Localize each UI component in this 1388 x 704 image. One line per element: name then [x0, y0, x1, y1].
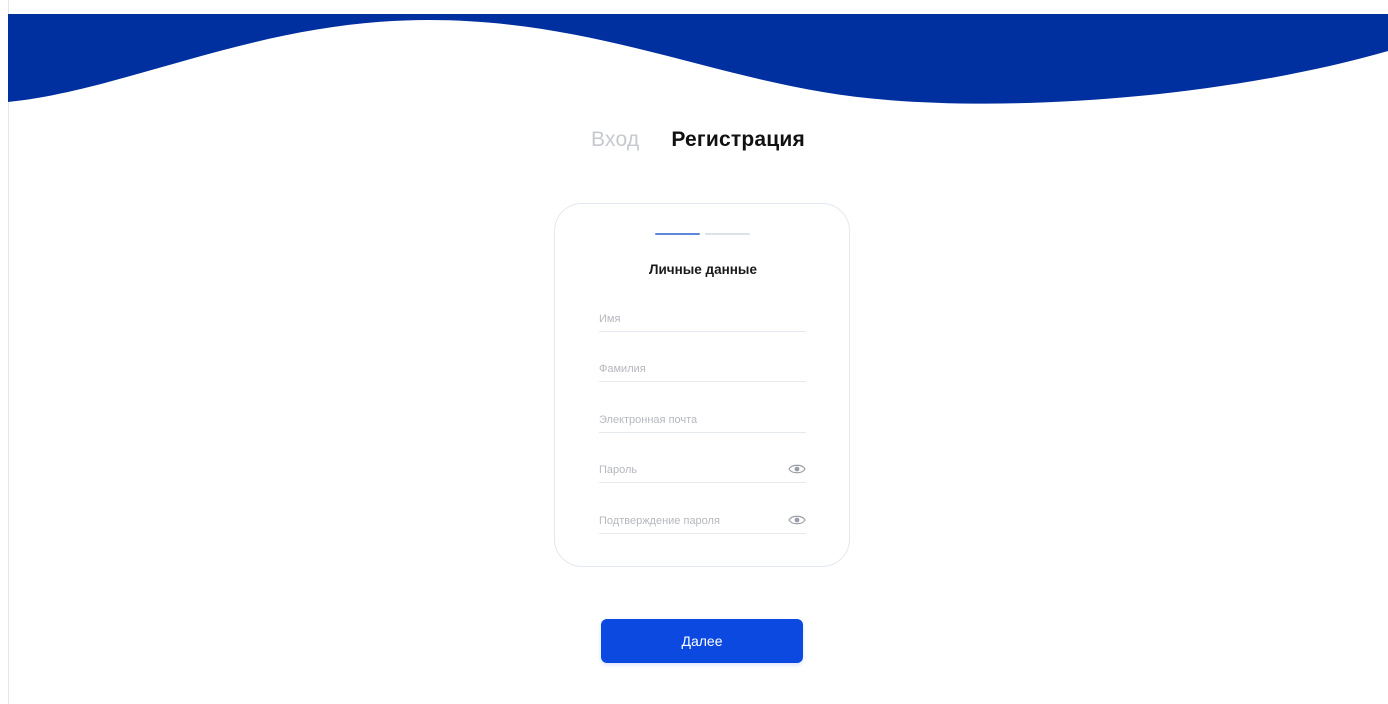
step-indicator-2: [705, 233, 750, 235]
step-indicator-1: [655, 233, 700, 235]
password-field: [599, 460, 806, 483]
eye-icon[interactable]: [788, 462, 806, 476]
eye-icon[interactable]: [788, 513, 806, 527]
registration-page: Вход Регистрация Личные данные Имя Фамил…: [0, 0, 1388, 704]
password-confirm-field: [599, 511, 806, 534]
first-name-input[interactable]: [599, 309, 779, 329]
wave-shape: [8, 14, 1388, 104]
last-name-input[interactable]: [599, 359, 779, 379]
password-confirm-input[interactable]: [599, 511, 779, 531]
password-input[interactable]: [599, 460, 779, 480]
last-name-field: [599, 359, 806, 382]
next-button[interactable]: Далее: [601, 619, 803, 663]
email-input[interactable]: [599, 410, 779, 430]
auth-tabs: Вход Регистрация: [0, 128, 1388, 158]
header-wave-banner: [8, 14, 1388, 104]
first-name-field: [599, 309, 806, 332]
step-progress: [655, 233, 750, 235]
registration-card: Личные данные: [554, 203, 850, 567]
tab-login[interactable]: Вход: [583, 128, 639, 152]
form-title: Личные данные: [649, 262, 757, 277]
tab-register[interactable]: Регистрация: [663, 128, 805, 152]
email-field: [599, 410, 806, 433]
